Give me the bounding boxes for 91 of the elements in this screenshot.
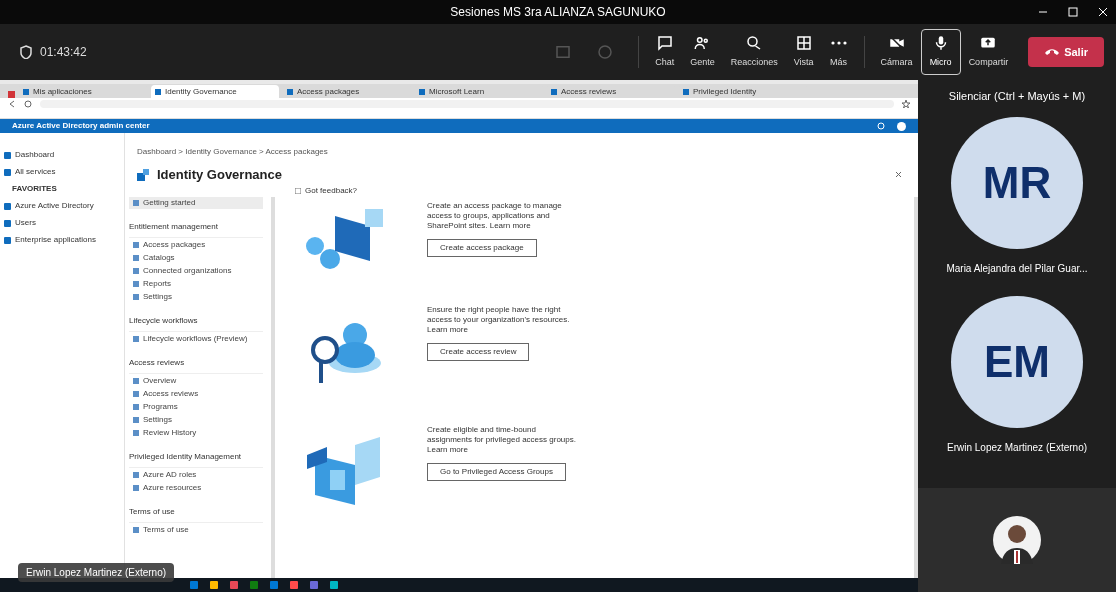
card-description: Create an access package to manage access to groups, applications and SharePoint sites. Learn more xyxy=(427,200,563,231)
phone-icon xyxy=(1044,47,1061,57)
feedback-link[interactable]: Got feedback? xyxy=(295,184,358,197)
card-description: Create eligible and time-bound assignments for privileged access groups. Learn more xyxy=(427,424,577,455)
menu-item[interactable]: Lifecycle workflows (Preview) xyxy=(129,332,263,345)
menu-item[interactable]: Access packages xyxy=(129,238,263,251)
taskbar-app-icon[interactable] xyxy=(190,581,198,589)
taskbar-app-icon[interactable] xyxy=(210,581,218,589)
taskbar-app-icon[interactable] xyxy=(250,581,258,589)
nav-icon xyxy=(4,236,11,244)
card-button[interactable]: Create access review xyxy=(427,342,530,361)
favicon-icon xyxy=(419,88,425,95)
menu-item-icon xyxy=(133,526,139,533)
toolbar-button[interactable]: Reacciones xyxy=(722,29,786,75)
page-title: Identity Governance xyxy=(157,166,282,184)
menu-item[interactable]: Overview xyxy=(129,374,263,387)
menu-heading: Terms of use xyxy=(129,506,175,516)
menu-item-icon xyxy=(133,199,139,206)
menu-item[interactable]: Catalogs xyxy=(129,251,263,264)
nav-icon xyxy=(4,219,11,227)
grid-icon xyxy=(794,34,813,53)
participant-avatar: MR xyxy=(951,116,1083,249)
settings-icon[interactable] xyxy=(877,122,885,130)
circle-icon[interactable] xyxy=(596,43,615,61)
tooltip-text: Silenciar (Ctrl + Mayús + M) xyxy=(948,89,1086,104)
more-icon xyxy=(829,40,848,47)
nav-item[interactable]: Azure Active Directory xyxy=(4,200,124,212)
toolbar-button[interactable]: Micro xyxy=(920,29,961,75)
favicon-icon xyxy=(551,88,557,95)
card-button[interactable]: Go to Privileged Access Groups xyxy=(427,462,566,481)
favicon-icon xyxy=(683,88,689,95)
governance-icon xyxy=(137,168,149,181)
back-icon[interactable] xyxy=(8,100,16,108)
toolbar-button[interactable]: Más xyxy=(821,29,856,75)
participant-name: Maria Alejandra del Pilar Guar... xyxy=(946,261,1088,276)
nav-icon xyxy=(4,151,11,159)
avatar-icon[interactable] xyxy=(897,121,906,131)
menu-item[interactable]: Terms of use xyxy=(129,523,263,536)
menu-heading: Lifecycle workflows xyxy=(129,315,198,325)
toolbar-button[interactable]: Chat xyxy=(647,29,683,75)
taskbar-app-icon[interactable] xyxy=(270,581,278,589)
chat-icon xyxy=(655,34,674,53)
taskbar-app-icon[interactable] xyxy=(230,581,238,589)
participant-name: Erwin Lopez Martinez (Externo) xyxy=(946,440,1088,455)
menu-item[interactable]: Review History xyxy=(129,426,263,439)
nav-heading: FAVORITES xyxy=(11,183,58,195)
meeting-timer: 01:43:42 xyxy=(40,44,87,61)
feedback-icon xyxy=(295,187,301,194)
menu-item[interactable]: Access reviews xyxy=(129,387,263,400)
menu-item[interactable]: Getting started xyxy=(129,196,263,209)
favicon-icon xyxy=(287,88,293,95)
nav-icon xyxy=(4,202,11,210)
participant-avatar: EM xyxy=(951,295,1083,428)
nav-item[interactable]: Dashboard xyxy=(4,149,124,161)
menu-item[interactable]: Programs xyxy=(129,400,263,413)
leave-button[interactable]: Salir xyxy=(1028,37,1104,67)
menu-item[interactable]: Azure AD roles xyxy=(129,468,263,481)
toolbar-button[interactable]: Gente xyxy=(682,29,723,75)
taskbar-app-icon[interactable] xyxy=(310,581,318,589)
window-icon[interactable] xyxy=(554,43,573,61)
taskbar-app-icon[interactable] xyxy=(330,581,338,589)
presenter-name-label: Erwin Lopez Martinez (Externo) xyxy=(18,563,175,582)
nav-item[interactable]: Users xyxy=(4,217,124,229)
maximize-icon[interactable] xyxy=(1068,7,1078,17)
menu-item[interactable]: Azure resources xyxy=(129,481,263,494)
menu-item[interactable]: Settings xyxy=(129,290,263,303)
star-icon[interactable] xyxy=(902,100,910,108)
menu-item[interactable]: Reports xyxy=(129,277,263,290)
card-description: Ensure the right people have the right access to your organization's resources. Learn more xyxy=(427,304,571,335)
breadcrumb: Dashboard > Identity Governance > Access packages xyxy=(137,147,328,156)
shield-icon xyxy=(20,45,32,59)
nav-item[interactable]: All services xyxy=(4,166,124,178)
browser-tab[interactable]: Identity Governance xyxy=(151,85,279,98)
toolbar-button[interactable]: Vista xyxy=(785,29,822,75)
toolbar-button[interactable]: Compartir xyxy=(960,29,1017,75)
nav-icon xyxy=(4,168,11,176)
nav-item[interactable]: Enterprise applications xyxy=(4,234,124,246)
menu-heading: Entitlement management xyxy=(129,221,218,231)
refresh-icon[interactable] xyxy=(24,100,32,108)
toolbar-button[interactable]: Cámara xyxy=(872,29,921,75)
menu-item[interactable]: Settings xyxy=(129,413,263,426)
menu-item[interactable]: Connected organizations xyxy=(129,264,263,277)
menu-heading: Access reviews xyxy=(129,357,185,367)
portal-title: Azure Active Directory admin center xyxy=(12,120,150,132)
card-button[interactable]: Create access package xyxy=(427,238,537,257)
menu-heading: Privileged Identity Management xyxy=(129,451,242,461)
favicon-icon xyxy=(155,88,161,95)
favicon-icon xyxy=(23,88,29,95)
taskbar-app-icon[interactable] xyxy=(290,581,298,589)
window-title: Sesiones MS 3ra ALIANZA SAGUNUKO xyxy=(450,4,666,21)
menu-item-icon xyxy=(133,335,139,342)
